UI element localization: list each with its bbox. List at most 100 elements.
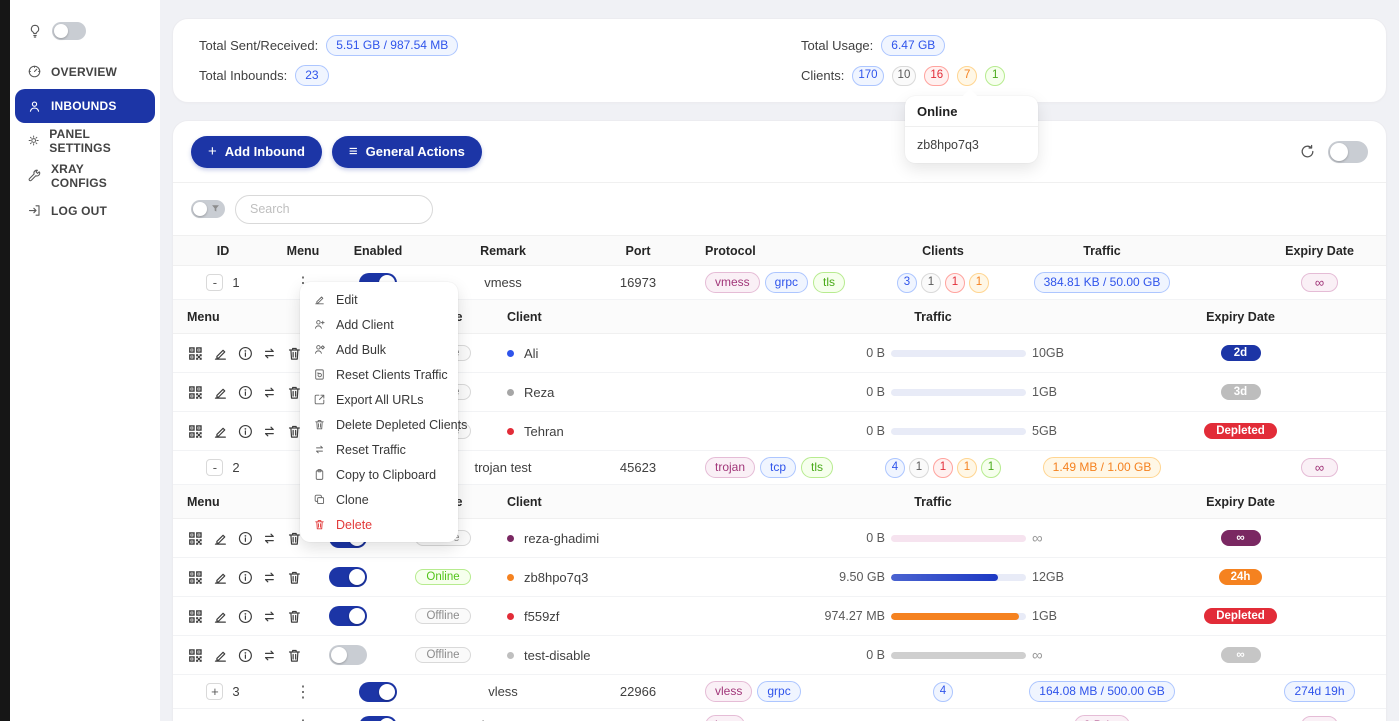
trash-icon[interactable] [286,608,303,625]
collapse-row-button[interactable]: - [206,274,223,291]
reset-traffic-icon[interactable] [261,647,278,664]
menu-item-reset-clients-traffic[interactable]: Reset Clients Traffic [300,362,458,387]
reset-traffic-icon[interactable] [261,608,278,625]
inbound-row-4: 4 ⋮ httptest 11503 http 0 B / ∞ ∞ [173,709,1386,721]
clients-deactive-badge[interactable]: 10 [892,66,917,86]
qrcode-icon[interactable] [187,423,204,440]
reset-traffic-icon[interactable] [261,345,278,362]
traffic-progress-bar [891,350,1026,357]
sent-received-badge: 5.51 GB / 987.54 MB [326,35,458,56]
row-menu-button[interactable]: ⋮ [295,682,311,702]
online-status-badge: Online [415,569,470,585]
trash-icon[interactable] [286,569,303,586]
clipboard-icon [313,468,326,481]
inbound-enabled-toggle[interactable] [359,682,397,702]
sidebar-item-overview[interactable]: OVERVIEW [10,54,160,89]
client-count-badges: 4 1 1 1 1 [893,458,993,478]
menu-item-delete-depleted-clients[interactable]: Delete Depleted Clients [300,412,458,437]
clients-total-badge[interactable]: 170 [852,66,883,86]
qrcode-icon[interactable] [187,608,204,625]
row-menu-button[interactable]: ⋮ [295,716,311,721]
export-icon [313,393,326,406]
clients-expiring-badge[interactable]: 7 [957,66,977,86]
online-client-name[interactable]: zb8hpo7q3 [905,127,1038,163]
col-header-clients: Clients [893,244,993,258]
sidebar-item-label: PANEL SETTINGS [49,127,143,155]
menu-item-clone[interactable]: Clone [300,487,458,512]
qrcode-icon[interactable] [187,384,204,401]
edit-icon[interactable] [212,647,229,664]
menu-item-add-client[interactable]: Add Client [300,312,458,337]
col-header-protocol: Protocol [693,244,893,258]
protocol-tags: trojan tcp tls [693,457,893,478]
client-enabled-toggle[interactable] [329,606,367,626]
menu-item-add-bulk[interactable]: Add Bulk [300,337,458,362]
info-icon[interactable] [237,423,254,440]
add-inbound-button[interactable]: + Add Inbound [191,136,322,168]
client-row-f559zf: Offline f559zf 974.27 MB 1GB Depleted [173,597,1386,636]
col-header-expiry: Expiry Date [1211,244,1388,258]
client-name: test-disable [524,648,590,663]
traffic-progress-bar [891,535,1026,542]
sidebar-item-inbounds[interactable]: INBOUNDS [15,89,155,123]
reset-traffic-icon[interactable] [261,569,278,586]
edit-icon[interactable] [212,423,229,440]
edit-icon[interactable] [212,530,229,547]
clients-depleted-badge[interactable]: 16 [924,66,949,86]
dark-mode-toggle[interactable] [52,22,86,40]
client-actions [173,530,303,547]
clients-online-badge[interactable]: 1 [985,66,1005,86]
reset-traffic-icon[interactable] [261,384,278,401]
col-header-remark: Remark [423,244,583,258]
client-name: f559zf [524,609,559,624]
col-header-traffic: Traffic [993,244,1211,258]
edit-icon[interactable] [212,384,229,401]
client-name: Tehran [524,424,564,439]
qrcode-icon[interactable] [187,345,204,362]
trash-icon[interactable] [286,647,303,664]
plus-icon: + [208,144,217,159]
edit-icon[interactable] [212,608,229,625]
edit-icon[interactable] [212,345,229,362]
sidebar-item-panel-settings[interactable]: PANEL SETTINGS [10,123,160,158]
gauge-icon [27,64,42,79]
sidebar-item-log-out[interactable]: LOG OUT [10,193,160,228]
sidebar: OVERVIEW INBOUNDS PANEL SETTINGS XRAY CO… [10,0,160,721]
user-gear-icon [313,343,326,356]
menu-item-edit[interactable]: Edit [300,287,458,312]
client-traffic: 9.50 GB 12GB [723,570,1143,584]
filter-toggle[interactable] [191,200,225,218]
online-status-badge: Offline [415,608,470,624]
sidebar-item-xray-configs[interactable]: XRAY CONFIGS [10,158,160,193]
collapse-row-button[interactable]: - [206,459,223,476]
total-usage-badge: 6.47 GB [881,35,945,56]
reset-traffic-icon[interactable] [261,530,278,547]
refresh-icon[interactable] [1299,143,1316,160]
expand-row-button[interactable]: + [206,683,223,700]
info-icon[interactable] [237,384,254,401]
menu-item-delete[interactable]: Delete [300,512,458,537]
info-icon[interactable] [237,345,254,362]
traffic-badge: 1.49 MB / 1.00 GB [1043,457,1162,478]
menu-item-export-all-urls[interactable]: Export All URLs [300,387,458,412]
edit-icon[interactable] [212,569,229,586]
auto-refresh-toggle[interactable] [1328,141,1368,163]
info-icon[interactable] [237,569,254,586]
qrcode-icon[interactable] [187,569,204,586]
total-usage-label: Total Usage: [801,38,873,53]
qrcode-icon[interactable] [187,530,204,547]
info-icon[interactable] [237,608,254,625]
info-icon[interactable] [237,530,254,547]
search-input[interactable] [235,195,433,224]
general-actions-button[interactable]: ≡ General Actions [332,136,482,168]
qrcode-icon[interactable] [187,647,204,664]
traffic-progress-bar [891,428,1026,435]
info-icon[interactable] [237,647,254,664]
reset-traffic-icon[interactable] [261,423,278,440]
client-color-dot [507,535,514,542]
client-enabled-toggle[interactable] [329,645,367,665]
menu-item-reset-traffic[interactable]: Reset Traffic [300,437,458,462]
menu-item-copy-to-clipboard[interactable]: Copy to Clipboard [300,462,458,487]
inbound-enabled-toggle[interactable] [359,716,397,721]
client-enabled-toggle[interactable] [329,567,367,587]
